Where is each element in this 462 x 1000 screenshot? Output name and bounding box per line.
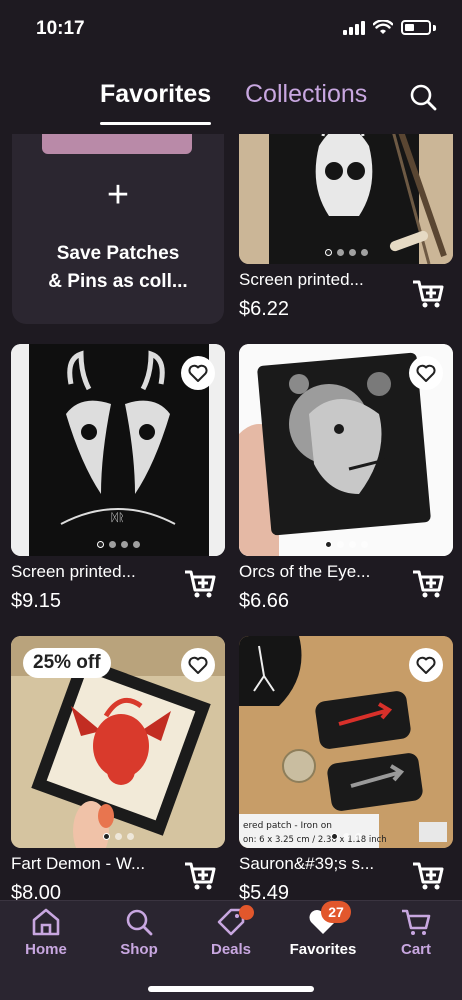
nav-deals[interactable]: Deals	[185, 901, 277, 971]
tabs-header: Favorites Collections	[0, 62, 462, 132]
image-carousel-dots	[239, 833, 453, 840]
tab-favorites[interactable]: Favorites	[100, 80, 212, 125]
image-carousel-dots	[239, 249, 453, 256]
nav-home[interactable]: Home	[0, 901, 92, 971]
tab-favorites-label: Favorites	[100, 80, 212, 108]
search-icon[interactable]	[408, 82, 438, 112]
listing-card[interactable]: Screen printed... $6.22	[239, 134, 453, 320]
favorite-heart-icon[interactable]	[181, 648, 215, 682]
listing-price: $9.15	[11, 590, 62, 612]
favorites-count-badge: 27	[321, 901, 351, 923]
search-icon	[126, 909, 153, 936]
listing-price: $5.49	[239, 882, 290, 900]
tab-collections-label: Collections	[245, 80, 368, 108]
wifi-icon	[373, 20, 393, 34]
battery-icon	[401, 20, 431, 35]
nav-cart[interactable]: Cart	[370, 901, 462, 971]
collection-label-line-2: & Pins as coll...	[48, 271, 188, 292]
add-to-cart-icon[interactable]	[411, 566, 445, 600]
status-icons	[343, 20, 436, 35]
status-time: 10:17	[36, 18, 85, 39]
listing-card[interactable]: ered patch - Iron on on: 6 x 3.25 cm / 2…	[239, 636, 453, 900]
listing-title: Screen printed...	[239, 270, 364, 289]
image-carousel-dots	[11, 833, 225, 840]
add-to-cart-icon[interactable]	[411, 858, 445, 892]
listing-card[interactable]: Orcs of the Eye... $6.66	[239, 344, 453, 612]
listing-title: Sauron&#39;s s...	[239, 854, 375, 873]
nav-shop-label: Shop	[120, 941, 158, 958]
listing-price: $8.00	[11, 882, 62, 900]
create-collection-card[interactable]: + Save Patches & Pins as coll...	[12, 134, 224, 324]
collection-thumbnail	[42, 134, 192, 154]
signal-icon	[343, 20, 365, 35]
listing-card[interactable]: 25% off Fart Demon - W... $8.00	[11, 636, 225, 900]
status-bar: 10:17	[0, 0, 462, 58]
listing-image[interactable]: ered patch - Iron on on: 6 x 3.25 cm / 2…	[239, 636, 453, 848]
caption-text-1: ered patch - Iron on	[243, 821, 332, 831]
deals-notification-dot	[239, 905, 254, 920]
nav-deals-label: Deals	[210, 941, 252, 958]
listing-image[interactable]	[239, 134, 453, 264]
active-tab-underline	[100, 122, 212, 125]
listing-title: Fart Demon - W...	[11, 854, 146, 873]
patch-image-skull	[239, 134, 453, 264]
favorites-grid[interactable]: + Save Patches & Pins as coll... Screen …	[0, 134, 462, 900]
nav-favorites[interactable]: 27 Favorites	[277, 901, 369, 971]
listing-price: $6.22	[239, 298, 290, 320]
listing-image[interactable]: 25% off	[11, 636, 225, 848]
image-carousel-dots	[11, 541, 225, 548]
listing-title: Screen printed...	[11, 562, 136, 581]
svg-text:ᛞᚱ: ᛞᚱ	[111, 511, 124, 524]
battery-tip	[433, 24, 436, 31]
favorite-heart-icon[interactable]	[409, 356, 443, 390]
listing-title: Orcs of the Eye...	[239, 562, 371, 581]
listing-image[interactable]: ᛞᚱ	[11, 344, 225, 556]
collection-label: Save Patches & Pins as coll...	[12, 240, 224, 296]
plus-icon: +	[106, 174, 130, 216]
nav-favorites-label: Favorites	[289, 941, 357, 958]
nav-cart-label: Cart	[400, 941, 431, 958]
nav-home-label: Home	[25, 941, 67, 958]
add-to-cart-icon[interactable]	[411, 276, 445, 310]
listing-image[interactable]	[239, 344, 453, 556]
collection-label-line-1: Save Patches	[56, 243, 180, 264]
cart-icon	[402, 909, 431, 935]
favorite-heart-icon[interactable]	[409, 648, 443, 682]
home-indicator	[148, 986, 314, 992]
listing-price: $6.66	[239, 590, 290, 612]
add-to-cart-icon[interactable]	[183, 566, 217, 600]
bottom-nav: Home Shop Deals 27 Favorites Cart	[0, 900, 462, 1000]
add-to-cart-icon[interactable]	[183, 858, 217, 892]
favorite-heart-icon[interactable]	[181, 356, 215, 390]
listing-card[interactable]: ᛞᚱ Screen printed... $9.15	[11, 344, 225, 612]
tab-collections[interactable]: Collections	[245, 80, 367, 109]
image-carousel-dots	[239, 541, 453, 548]
discount-badge: 25% off	[23, 648, 111, 678]
home-icon	[32, 908, 60, 936]
nav-shop[interactable]: Shop	[93, 901, 185, 971]
